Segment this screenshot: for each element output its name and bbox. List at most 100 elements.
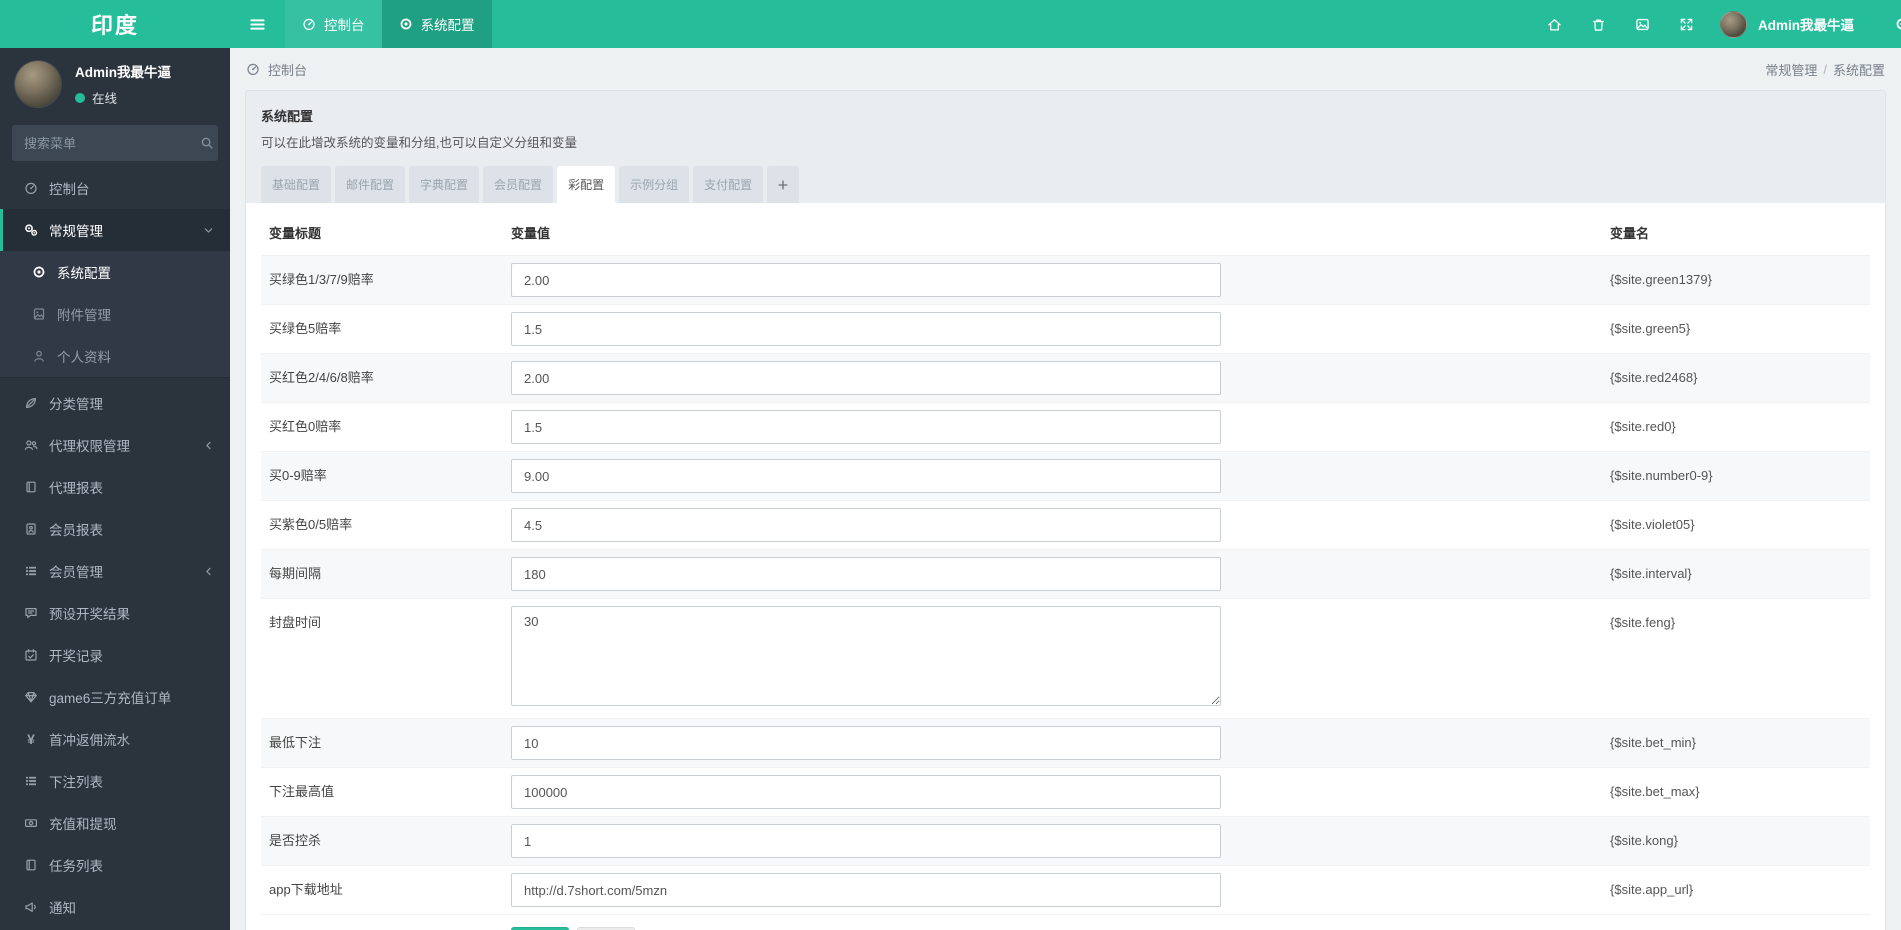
sidebar-item-充值和提现[interactable]: 充值和提现 xyxy=(0,802,230,844)
sidebar-item-game6三方充值订单[interactable]: game6三方充值订单 xyxy=(0,676,230,718)
topnav-tab-system-config[interactable]: 系统配置 xyxy=(381,0,492,48)
sidebar-item-下注列表[interactable]: 下注列表 xyxy=(0,760,230,802)
online-dot-icon xyxy=(75,92,85,103)
value-input[interactable] xyxy=(511,459,1221,493)
dashboard-icon xyxy=(302,17,316,31)
sidebar-item-会员管理[interactable]: 会员管理 xyxy=(0,550,230,592)
breadcrumb-dashboard[interactable]: 控制台 xyxy=(268,60,307,79)
row-varname: {$site.app_url} xyxy=(1610,882,1694,897)
settings-gear-icon[interactable] xyxy=(1895,17,1901,31)
row-varname: {$site.interval} xyxy=(1610,566,1692,581)
main-content: 控制台 常规管理 / 系统配置 系统配置 可以在此增改系统的变量和分组,也可以自… xyxy=(230,48,1901,930)
row-varname: {$site.feng} xyxy=(1610,615,1676,630)
tab-字典配置[interactable]: 字典配置 xyxy=(409,166,480,203)
chevron-left-icon xyxy=(203,566,214,577)
sidebar: Admin我最牛逼 在线 控制台 常规管理 系统配置 附件管理 个人资料 xyxy=(0,48,230,930)
value-input[interactable] xyxy=(511,361,1221,395)
value-input[interactable] xyxy=(511,775,1221,809)
row-varname: {$site.red2468} xyxy=(1610,370,1698,385)
avatar[interactable] xyxy=(15,61,61,107)
sidebar-item-附件管理[interactable]: 附件管理 xyxy=(0,293,230,335)
value-input[interactable] xyxy=(511,557,1221,591)
sidebar-item-label: 常规管理 xyxy=(49,224,103,239)
value-input[interactable] xyxy=(511,508,1221,542)
sidebar-item-label: 充值和提现 xyxy=(49,817,117,832)
table-row: 买紫色0/5赔率 {$site.violet05} xyxy=(261,501,1870,550)
sidebar-item-系统配置[interactable]: 系统配置 xyxy=(0,251,230,293)
table-row: 买0-9赔率 {$site.number0-9} xyxy=(261,452,1870,501)
sidebar-item-label: 附件管理 xyxy=(57,308,111,323)
table-row: 买绿色1/3/7/9赔率 {$site.green1379} xyxy=(261,256,1870,305)
column-header: 变量标题 xyxy=(269,226,322,241)
breadcrumb-separator: / xyxy=(1823,61,1827,77)
message-image-icon[interactable] xyxy=(1635,17,1650,32)
sidebar-item-label: 个人资料 xyxy=(57,350,111,365)
value-input[interactable] xyxy=(511,263,1221,297)
tab-基础配置[interactable]: 基础配置 xyxy=(261,166,332,203)
tab-邮件配置[interactable]: 邮件配置 xyxy=(335,166,406,203)
search-input[interactable] xyxy=(24,135,200,151)
row-label: 买绿色1/3/7/9赔率 xyxy=(269,272,374,287)
sidebar-item-通知[interactable]: 通知 xyxy=(0,886,230,928)
avatar[interactable] xyxy=(1720,10,1747,38)
value-textarea[interactable]: 30 xyxy=(511,606,1221,706)
value-input[interactable] xyxy=(511,312,1221,346)
sidebar-item-label: 任务列表 xyxy=(49,859,103,874)
plus-icon xyxy=(777,179,789,191)
topbar-right: Admin我最牛逼 xyxy=(1518,0,1901,48)
sidebar-item-预设开奖结果[interactable]: 预设开奖结果 xyxy=(0,592,230,634)
sidebar-item-代理报表[interactable]: 代理报表 xyxy=(0,466,230,508)
trash-icon[interactable] xyxy=(1591,17,1606,32)
tab-支付配置[interactable]: 支付配置 xyxy=(693,166,764,203)
sidebar-item-个人资料[interactable]: 个人资料 xyxy=(0,335,230,377)
sidebar-item-会员报表[interactable]: 会员报表 xyxy=(0,508,230,550)
sidebar-item-首冲返佣流水[interactable]: ¥ 首冲返佣流水 xyxy=(0,718,230,760)
panel-body: 变量标题 变量值 变量名 买绿色1/3/7/9赔率 {$site.green13… xyxy=(246,203,1885,930)
tab-彩配置[interactable]: 彩配置 xyxy=(557,166,616,203)
tab-会员配置[interactable]: 会员配置 xyxy=(483,166,554,203)
breadcrumb-parent[interactable]: 常规管理 xyxy=(1765,60,1817,79)
calendar-check-icon xyxy=(22,648,40,662)
column-header: 变量值 xyxy=(511,226,551,241)
sidebar-item-代理权限管理[interactable]: 代理权限管理 xyxy=(0,424,230,466)
topbar-username[interactable]: Admin我最牛逼 xyxy=(1758,14,1854,34)
yen-icon: ¥ xyxy=(27,731,35,747)
book-icon xyxy=(22,480,40,494)
list-icon xyxy=(22,774,40,788)
topnav-tab-dashboard[interactable]: 控制台 xyxy=(285,0,382,48)
topnav-tab-label: 系统配置 xyxy=(420,18,475,33)
row-varname: {$site.red0} xyxy=(1610,419,1676,434)
value-input[interactable] xyxy=(511,726,1221,760)
sidebar-item-分类管理[interactable]: 分类管理 xyxy=(0,382,230,424)
breadcrumb: 控制台 常规管理 / 系统配置 xyxy=(245,48,1886,90)
sidebar-item-任务列表[interactable]: 任务列表 xyxy=(0,844,230,886)
value-input[interactable] xyxy=(511,873,1221,907)
form-actions: 确定 重置 xyxy=(503,915,1870,930)
page-title: 系统配置 xyxy=(261,109,314,124)
sidebar-item-控制台[interactable]: 控制台 xyxy=(0,167,230,209)
sidebar-item-label: 首冲返佣流水 xyxy=(49,733,130,748)
sidebar-item-label: 分类管理 xyxy=(49,397,103,412)
value-input[interactable] xyxy=(511,824,1221,858)
home-icon[interactable] xyxy=(1547,17,1562,32)
sidebar-menu: 控制台 常规管理 系统配置 附件管理 个人资料 分类管理 代理权限管理 代理报表… xyxy=(0,167,230,928)
sidebar-item-开奖记录[interactable]: 开奖记录 xyxy=(0,634,230,676)
sidebar-item-常规管理[interactable]: 常规管理 xyxy=(0,209,230,251)
table-row: app下载地址 {$site.app_url} xyxy=(261,866,1870,915)
app-logo: 印度 xyxy=(90,13,139,38)
row-label: 买0-9赔率 xyxy=(269,468,327,483)
add-tab-button[interactable] xyxy=(767,166,800,203)
fullscreen-icon[interactable] xyxy=(1679,17,1694,32)
online-status: 在线 xyxy=(75,88,171,107)
book-icon xyxy=(22,858,40,872)
row-label: 最低下注 xyxy=(269,735,322,750)
gear-icon xyxy=(30,265,48,279)
money-icon xyxy=(22,816,40,830)
sidebar-toggle-button[interactable] xyxy=(230,0,285,48)
sidebar-item-label: 代理权限管理 xyxy=(49,439,130,454)
user-panel: Admin我最牛逼 在线 xyxy=(0,48,230,117)
file-image-icon xyxy=(30,307,48,321)
dashboard-icon xyxy=(246,62,260,76)
tab-示例分组[interactable]: 示例分组 xyxy=(619,166,690,203)
value-input[interactable] xyxy=(511,410,1221,444)
